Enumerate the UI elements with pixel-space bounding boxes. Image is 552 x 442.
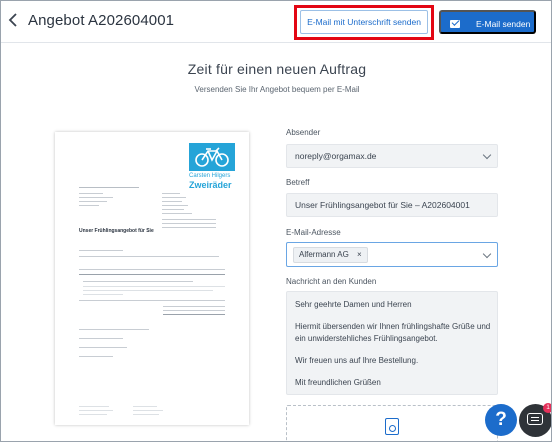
message-line: Mit freundlichen Grüßen xyxy=(295,378,381,387)
hero-title: Zeit für einen neuen Auftrag xyxy=(187,61,367,77)
recipient-tag-label: Alfermann AG xyxy=(299,250,349,259)
recipient-tag: Alfermann AG × xyxy=(293,247,368,263)
subject-input[interactable]: Unser Frühlingsangebot für Sie – A202604… xyxy=(286,193,498,217)
document-closing xyxy=(79,329,149,357)
app-window: Angebot A202604001 E-Mail mit Unterschri… xyxy=(0,0,552,442)
message-line: Wir freuen uns auf Ihre Bestellung. xyxy=(295,356,419,365)
file-icon xyxy=(385,418,399,435)
notification-badge: 1 xyxy=(543,403,551,413)
hero-subtitle: Versenden Sie Ihr Angebot bequem per E-M… xyxy=(194,85,360,94)
sender-line xyxy=(79,187,139,188)
help-button[interactable]: ? xyxy=(485,404,517,436)
chevron-down-icon xyxy=(482,150,492,160)
close-icon[interactable]: × xyxy=(357,250,362,259)
chevron-left-icon[interactable] xyxy=(8,12,22,30)
send-email-label: E-Mail senden xyxy=(476,19,531,29)
sender-select[interactable]: noreply@orgamax.de xyxy=(286,144,498,168)
envelope-icon xyxy=(450,20,460,28)
attachment-dropzone[interactable] xyxy=(286,405,498,441)
chat-icon xyxy=(527,413,543,425)
sender-value: noreply@orgamax.de xyxy=(295,151,377,161)
message-label: Nachricht an den Kunden xyxy=(286,277,377,286)
email-address-label: E-Mail-Adresse xyxy=(286,228,341,237)
message-line: ein unwiderstehliches Frühlingsangebot. xyxy=(295,334,438,343)
company-info xyxy=(162,193,216,228)
message-line: Sehr geehrte Damen und Herren xyxy=(295,300,412,309)
email-with-signature-button[interactable]: E-Mail mit Unterschrift senden xyxy=(300,10,428,34)
document-title: Unser Frühlingsangebot für Sie xyxy=(79,228,154,234)
recipient-select[interactable]: Alfermann AG × xyxy=(286,242,498,267)
page-title: Angebot A202604001 xyxy=(28,12,175,29)
sender-label: Absender xyxy=(286,128,321,137)
message-textarea[interactable]: Sehr geehrte Damen und Herren Hiermit üb… xyxy=(286,291,498,395)
send-email-button[interactable]: E-Mail senden xyxy=(439,10,536,34)
document-intro xyxy=(79,250,219,257)
recipient-address xyxy=(79,193,113,206)
document-preview[interactable]: Carsten Hilgers Zweiräder Unser Frühling… xyxy=(55,132,249,425)
subject-label: Betreff xyxy=(286,178,310,187)
message-line: Hiermit übersenden wir Ihnen frühlingsha… xyxy=(295,322,491,331)
bicycle-logo xyxy=(189,143,235,171)
bicycle-icon xyxy=(195,147,229,167)
top-toolbar: Angebot A202604001 E-Mail mit Unterschri… xyxy=(1,1,551,43)
chevron-down-icon xyxy=(482,249,492,259)
subject-value: Unser Frühlingsangebot für Sie – A202604… xyxy=(295,200,470,210)
logo-brand: Zweiräder xyxy=(189,180,232,190)
logo-name: Carsten Hilgers xyxy=(189,173,231,179)
